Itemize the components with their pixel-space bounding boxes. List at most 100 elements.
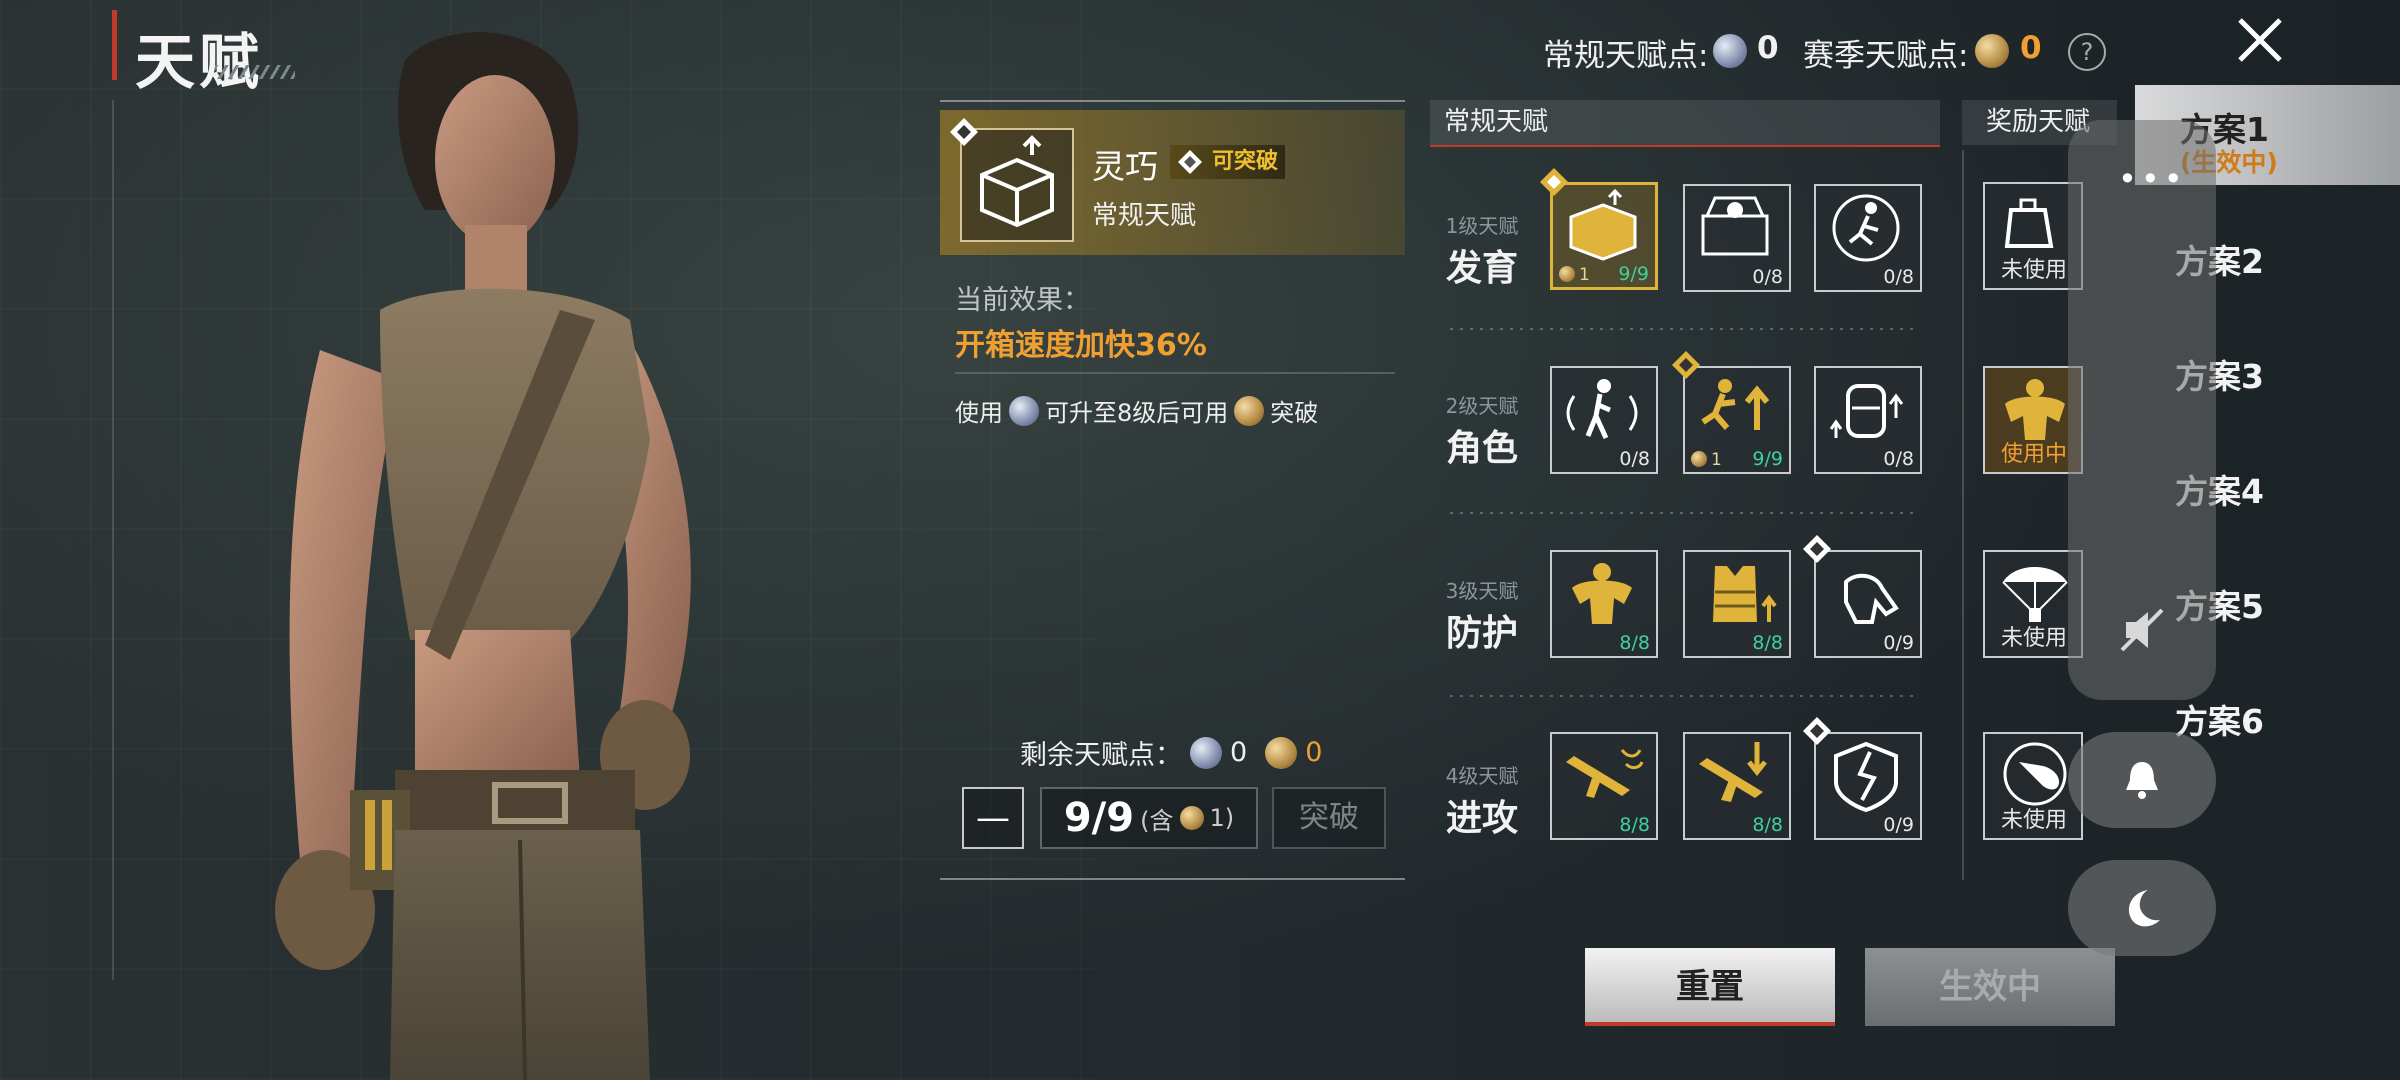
level-sub-prefix: (含	[1140, 806, 1174, 835]
slot-level: 8/8	[1619, 814, 1650, 836]
tier-divider	[1450, 512, 1920, 514]
reward-status: 未使用	[2001, 808, 2068, 833]
season-point-coin-icon	[1559, 266, 1575, 282]
slot-coin-count: 1	[1579, 265, 1590, 285]
usage-prefix: 使用	[955, 399, 1003, 427]
card-top-border	[940, 100, 1405, 102]
card-bottom-border	[940, 878, 1405, 880]
slot-level: 0/8	[1752, 266, 1783, 288]
remaining-regular-value: 0	[1230, 737, 1248, 768]
rifle-reload-icon	[1699, 742, 1767, 802]
tier-name: 进攻	[1445, 798, 1518, 839]
vest-up-icon	[1713, 566, 1777, 622]
regular-point-coin-icon	[1713, 34, 1747, 68]
tier-4-label: 4级天赋 进攻	[1442, 760, 1522, 841]
talent-slot-backpack-up[interactable]: 0/8	[1814, 366, 1922, 474]
level-sub-value: 1)	[1209, 804, 1235, 832]
detail-divider	[955, 372, 1395, 374]
slot-level: 0/8	[1883, 448, 1914, 470]
usage-suffix: 突破	[1270, 399, 1319, 427]
break-requirement: 使用 可升至8级后可用 突破	[955, 393, 1318, 428]
breakable-diamond-icon	[1540, 168, 1568, 196]
breakable-diamond-icon	[1803, 535, 1831, 563]
tier-level: 4级天赋	[1445, 764, 1519, 788]
talent-slot-shield-break[interactable]: 0/9	[1803, 717, 1922, 840]
title-accent-bar	[112, 10, 117, 80]
season-point-coin-icon	[1234, 395, 1265, 426]
slot-level: 0/9	[1883, 814, 1914, 836]
season-point-coin-icon	[1975, 34, 2009, 68]
shield-break-icon	[1834, 741, 1898, 813]
supply-box-icon	[1569, 188, 1637, 261]
talent-slot-runner[interactable]: 0/8	[1814, 184, 1922, 292]
season-point-coin-icon	[1179, 806, 1204, 830]
slot-level: 8/8	[1752, 632, 1783, 654]
tier-divider	[1450, 328, 1920, 330]
talent-slot-medkit-case[interactable]: 0/8	[1683, 184, 1791, 292]
tier-name: 防护	[1445, 613, 1518, 654]
tier-level: 1级天赋	[1445, 214, 1519, 238]
tier-name: 角色	[1445, 428, 1518, 469]
slot-level: 0/8	[1619, 448, 1650, 470]
tier-level: 3级天赋	[1445, 579, 1519, 603]
talent-slot-supply-box[interactable]: 1 9/9	[1540, 168, 1658, 290]
talent-slot-footstep-sound[interactable]: 0/8	[1550, 366, 1658, 474]
decrease-button[interactable]: —	[962, 787, 1024, 849]
talent-slot-sprint-up[interactable]: 1 9/9	[1672, 351, 1791, 474]
breakable-diamond-icon	[950, 118, 978, 146]
moon-icon	[2128, 890, 2160, 927]
talent-slot-glove[interactable]: 0/9	[1803, 535, 1922, 658]
talent-level-display: 9/9 (含 1)	[1040, 787, 1258, 849]
mute-icon[interactable]	[2112, 600, 2172, 660]
tier-level: 2级天赋	[1445, 394, 1519, 418]
reward-status: 未使用	[2001, 626, 2068, 651]
tier-3-label: 3级天赋 防护	[1442, 575, 1522, 656]
regular-talent-header: 常规天赋	[1430, 100, 1940, 145]
slot-level: 8/8	[1619, 632, 1650, 654]
usage-mid: 可升至8级后可用	[1045, 399, 1229, 427]
glove-icon	[1844, 573, 1899, 624]
talent-slot-vest-up[interactable]: 8/8	[1683, 550, 1791, 658]
talent-name: 灵巧	[1092, 147, 1158, 186]
backpack-up-icon	[1829, 384, 1904, 438]
tier-2-label: 2级天赋 角色	[1442, 390, 1522, 471]
more-icon[interactable]: •••	[2118, 160, 2187, 198]
reward-status: 未使用	[2001, 258, 2068, 283]
talent-slot-armor-body[interactable]: 8/8	[1550, 550, 1658, 658]
tier-name: 发育	[1445, 248, 1518, 289]
regular-points-value: 0	[1757, 30, 1779, 66]
remaining-season-value: 0	[1305, 737, 1323, 768]
help-button[interactable]: ?	[2068, 33, 2106, 71]
tier-1-label: 1级天赋 发育	[1442, 210, 1522, 291]
breakable-diamond-icon	[1803, 717, 1831, 745]
character-illustration	[275, 32, 691, 1080]
slot-level: 0/8	[1883, 266, 1914, 288]
talent-level-value: 9/9	[1063, 795, 1135, 841]
current-effect-value: 开箱速度加快36%	[955, 328, 1207, 363]
left-frame-line	[112, 100, 114, 980]
breakable-tag: 可突破	[1170, 145, 1285, 179]
sprint-up-icon	[1701, 379, 1770, 430]
night-mode-toggle[interactable]	[2068, 860, 2216, 956]
bell-icon	[2126, 762, 2158, 799]
talent-slot-rifle-fire[interactable]: 8/8	[1550, 732, 1658, 840]
reward-status: 使用中	[2001, 442, 2068, 467]
regular-header-underline	[1430, 145, 1940, 147]
close-icon[interactable]	[2230, 10, 2290, 70]
active-status-button[interactable]: 生效中	[1865, 948, 2115, 1026]
breakable-diamond-icon	[1672, 351, 1700, 379]
remaining-label: 剩余天赋点：	[1020, 740, 1182, 771]
regular-point-coin-icon	[1009, 395, 1039, 426]
season-point-coin-icon	[1691, 451, 1707, 467]
armor-body-icon	[1572, 563, 1632, 624]
reward-column-border	[1962, 150, 1964, 880]
slot-level: 9/9	[1618, 263, 1649, 285]
break-button[interactable]: 突破	[1272, 787, 1386, 849]
notification-toggle[interactable]	[2068, 732, 2216, 828]
reset-button[interactable]: 重置	[1585, 948, 1835, 1026]
medkit-case-icon	[1701, 196, 1769, 256]
rifle-fire-icon	[1566, 749, 1644, 798]
talent-slot-rifle-reload[interactable]: 8/8	[1683, 732, 1791, 840]
remaining-points: 剩余天赋点： 0 0	[1020, 733, 1322, 772]
slot-coin-count: 1	[1711, 450, 1722, 470]
